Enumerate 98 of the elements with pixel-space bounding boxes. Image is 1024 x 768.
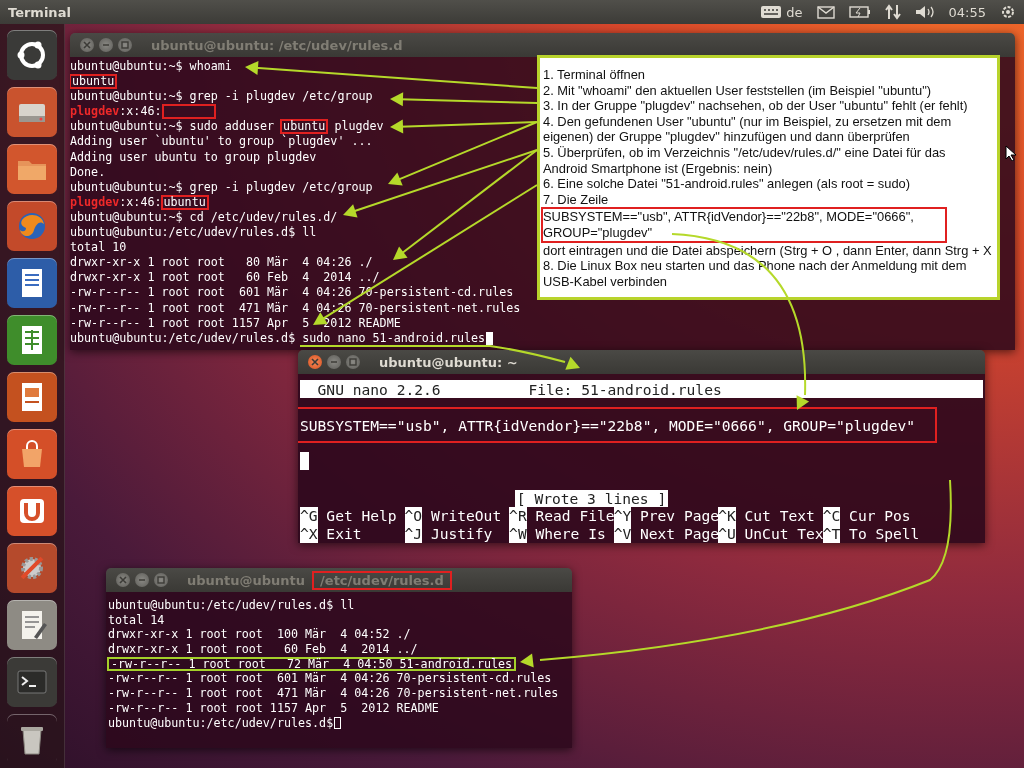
instruction-text: 5. Überprüfen, ob im Verzeichnis "/etc/udev/rules.d/" eine Datei für das Android Smartphone ist (Ergebnis: nein): [543, 144, 947, 177]
text-editor-icon[interactable]: [7, 600, 57, 650]
maximize-button[interactable]: [118, 38, 132, 52]
group-name: plugdev: [70, 104, 120, 120]
shortcut-hint: ^J Justify: [404, 525, 494, 543]
app-title: Terminal: [8, 4, 72, 20]
document-icon[interactable]: [7, 258, 57, 308]
dash-icon[interactable]: [7, 30, 57, 80]
battery-icon[interactable]: [848, 6, 871, 18]
terminal-line: Done.: [70, 164, 106, 180]
close-button[interactable]: [80, 38, 94, 52]
terminal-line: drwxr-xr-x 1 root root 60 Feb 4 2014 ../: [70, 270, 380, 286]
maximize-icon: [349, 358, 357, 366]
network-icon[interactable]: [884, 4, 901, 20]
highlighted-text: ubuntu: [280, 119, 329, 135]
terminal-icon[interactable]: [7, 657, 57, 707]
close-icon: [311, 358, 319, 366]
instruction-text: 2. Mit "whoami" den aktuellen User feststellen (im Beispiel "ubuntu"): [543, 82, 932, 99]
cloud-app-icon[interactable]: [7, 486, 57, 536]
instruction-text: 1. Terminal öffnen: [543, 67, 646, 83]
settings-icon[interactable]: [7, 543, 57, 593]
terminal-text: :x:46:: [119, 104, 162, 120]
minimize-button[interactable]: [135, 573, 149, 587]
highlight-frame: [161, 104, 216, 120]
terminal-line: ubuntu@ubuntu:~$ whoami: [70, 59, 232, 75]
shortcut-hint: ^X Exit: [300, 525, 363, 543]
instruction-text: 7. Die Zeile: [543, 191, 610, 208]
terminal-line: ubuntu@ubuntu:/etc/udev/rules.d$ ll: [70, 225, 317, 241]
status-message: [ Wrote 3 lines ]: [514, 490, 669, 507]
terminal-line: ubuntu@ubuntu:~$ grep -i plugdev /etc/group: [70, 89, 373, 105]
shopping-bag-icon[interactable]: [7, 429, 57, 479]
shortcut-hint: ^G Get Help: [300, 507, 398, 525]
instruction-text: 6. Eine solche Datei "51-android.rules" anlegen (als root = sudo): [543, 176, 912, 192]
terminal-line: -rw-r--r-- 1 root root 1157 Apr 5 2012 README: [108, 700, 439, 716]
highlighted-text: ubuntu: [70, 74, 118, 90]
terminal-line: total 14: [108, 612, 165, 628]
terminal-text: :x:46:: [119, 194, 162, 210]
terminal-line: ubuntu@ubuntu:~$ cd /etc/udev/rules.d/: [70, 209, 338, 226]
shortcut-hint: ^U UnCut Tex: [718, 525, 823, 543]
terminal-line: -rw-r--r-- 1 root root 471 Mär 4 04:26 70-persistent-net.rules: [108, 686, 559, 701]
shortcut-hint: ^R Read File: [509, 507, 614, 525]
shortcut-hint: ^C Cur Pos: [822, 507, 912, 525]
volume-icon[interactable]: [914, 5, 935, 19]
terminal-line: Adding user ubuntu to group plugdev: [70, 149, 317, 165]
terminal-line: drwxr-xr-x 1 root root 60 Feb 4 2014 ../: [108, 642, 418, 657]
file-name: File: 51-android.rules: [528, 380, 722, 398]
instruction-text: 4. Den gefundenen User "ubuntu" (nur im Beispiel, zu ersetzen mit dem eigenen) der Gruppe "plugdev" hinzufügen und dann überprüfen: [543, 113, 953, 145]
terminal-line: -rw-r--r-- 1 root root 601 Mär 4 04:26 70-persistent-cd.rules: [108, 671, 552, 687]
power-icon[interactable]: [1000, 4, 1016, 20]
terminal-line: -rw-r--r-- 1 root root 1157 Apr 5 2012 README: [70, 315, 401, 331]
pointer-icon: [1005, 145, 1017, 161]
close-button[interactable]: [308, 355, 322, 369]
maximize-button[interactable]: [154, 573, 168, 587]
shortcut-hint: ^Y Prev Page: [613, 507, 719, 525]
folder-icon[interactable]: [7, 144, 57, 194]
window-title: ubuntu@ubuntu: /etc/udev/rules.d: [151, 37, 403, 53]
close-button[interactable]: [116, 573, 130, 587]
keyboard-layout[interactable]: de: [786, 4, 803, 20]
terminal-line: ubuntu@ubuntu:/etc/udev/rules.d$: [108, 715, 334, 731]
maximize-icon: [121, 41, 129, 49]
instruction-text: 3. In der Gruppe "plugdev" nachsehen, ob der User "ubuntu" fehlt (er fehlt): [543, 98, 969, 114]
terminal-line: ubuntu@ubuntu:/etc/udev/rules.d$ ll: [108, 598, 355, 613]
maximize-icon: [157, 576, 165, 584]
keyboard-icon[interactable]: [760, 5, 783, 19]
minimize-button[interactable]: [99, 38, 113, 52]
highlighted-text: SUBSYSTEM=="usb", ATTR{idVendor}=="22b8", MODE="0666", GROUP="plugdev": [541, 207, 947, 243]
window-title: ubuntu@ubuntu: ~: [379, 354, 518, 370]
terminal-line: Adding user `ubuntu' to group `plugdev' ...: [70, 134, 373, 150]
terminal-line: total 10: [70, 240, 127, 256]
close-icon: [83, 41, 91, 49]
group-name: plugdev: [70, 194, 120, 210]
window-title: ubuntu@ubuntu: [187, 572, 306, 588]
editor-version: GNU nano 2.2.6: [317, 380, 441, 398]
spreadsheet-icon[interactable]: [7, 315, 57, 365]
shortcut-hint: ^K Cut Text: [718, 507, 816, 525]
browser-icon[interactable]: [7, 201, 57, 251]
title-path: /etc/udev/rules.d: [312, 570, 452, 590]
shortcut-hint: ^W Where Is: [509, 525, 607, 543]
file-cabinet-icon[interactable]: [7, 87, 57, 137]
highlighted-text: ubuntu: [160, 194, 209, 210]
minimize-button[interactable]: [327, 355, 341, 369]
maximize-button[interactable]: [346, 355, 360, 369]
terminal-line: ubuntu@ubuntu:~$ grep -i plugdev /etc/group: [70, 179, 373, 195]
clock[interactable]: 04:55: [948, 4, 986, 20]
terminal-line: drwxr-xr-x 1 root root 80 Mär 4 04:26 ./: [70, 255, 373, 271]
shortcut-hint: ^O WriteOut: [404, 507, 503, 525]
mail-icon[interactable]: [816, 5, 835, 19]
minimize-icon: [138, 576, 146, 584]
terminal-line: ubuntu@ubuntu:/etc/udev/rules.d$ sudo nano 51-android.rules: [70, 330, 486, 346]
shortcut-hint: ^T To Spell: [822, 525, 921, 543]
terminal-text: plugdev: [333, 119, 384, 134]
presentation-icon[interactable]: [7, 372, 57, 422]
close-icon: [119, 576, 127, 584]
shortcut-hint: ^V Next Page: [613, 525, 719, 543]
minimize-icon: [102, 41, 110, 49]
terminal-text: ubuntu@ubuntu:~$ sudo adduser: [70, 119, 276, 134]
minimize-icon: [330, 358, 338, 366]
terminal-line: drwxr-xr-x 1 root root 100 Mär 4 04:52 ./: [108, 627, 411, 643]
